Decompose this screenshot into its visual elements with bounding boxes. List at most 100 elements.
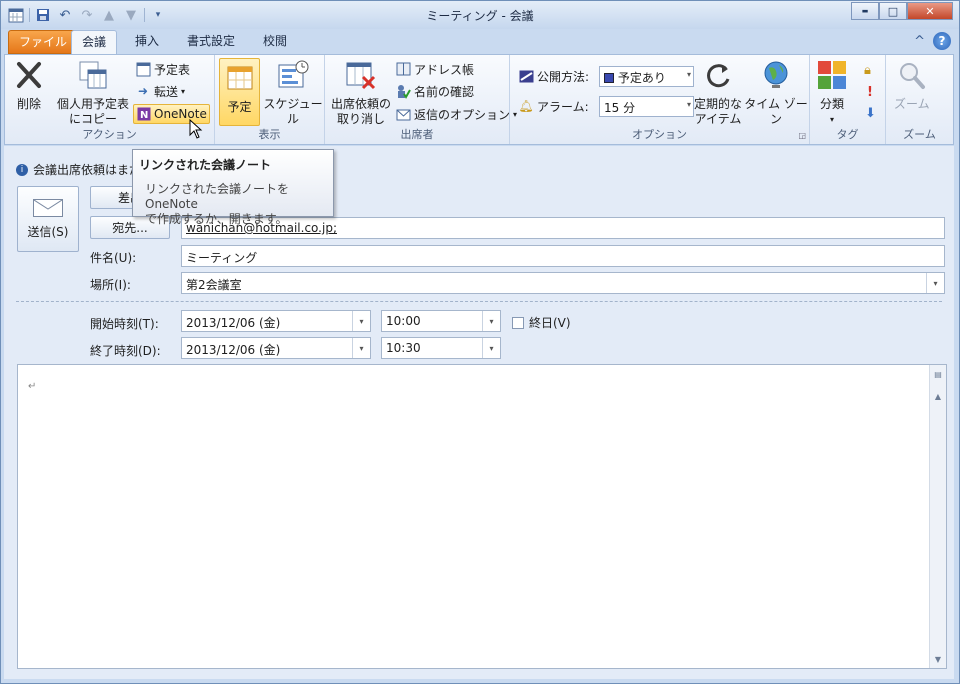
cancel-invitation-button[interactable]: 出席依頼の 取り消し [331,59,391,127]
chevron-down-icon: ▾ [181,86,186,96]
check-names-button[interactable]: 名前の確認 [395,81,474,101]
paragraph-mark: ↵ [28,381,37,392]
reminder-value: 15 分 [604,101,636,115]
tooltip-title: リンクされた会議ノート [139,158,272,172]
send-label: 送信(S) [27,224,69,239]
recurrence-label-1: 定期的な [694,97,743,111]
tooltip-body: リンクされた会議ノートを OneNote で作成するか、開きます。 [139,182,327,227]
group-zoom: ズーム ズーム [886,55,953,144]
chevron-down-icon[interactable]: ▾ [482,338,500,358]
title-bar: ↶ ↷ ▲ ▼ ▾ ミーティング - 会議 ▬ □ ✕ [1,1,959,29]
all-day-label: 終日(V) [529,316,571,330]
scroll-up-icon[interactable]: ▲ [931,389,945,403]
recurrence-label-2: アイテム [694,112,742,126]
categorize-label: 分類 [819,97,844,111]
info-icon: i [16,163,28,176]
tooltip-line-2: で作成するか、開きます。 [145,212,288,226]
magnifier-icon [896,59,928,91]
address-book-button[interactable]: アドレス帳 [395,59,474,79]
tab-file[interactable]: ファイル [8,30,79,54]
end-time-value: 10:30 [386,341,421,355]
delete-x-icon [13,59,45,91]
tab-review[interactable]: 校閲 [253,30,297,54]
group-tags-label: タグ [836,128,859,141]
window-title: ミーティング - 会議 [426,9,534,23]
chevron-down-icon: ▾ [686,100,691,109]
envelope-icon [33,198,63,217]
forward-label: 転送 [154,84,179,99]
globe-icon [760,59,792,91]
dialog-launcher-icon[interactable]: ◲ [798,131,806,140]
recurrence-button[interactable]: 定期的な アイテム [694,59,742,127]
chevron-down-icon[interactable]: ▾ [352,338,370,358]
appointment-label: 予定 [227,100,252,114]
end-time-picker[interactable]: 10:30 ▾ [381,337,501,359]
categorize-button[interactable]: 分類 ▾ [816,59,848,127]
tab-format-text[interactable]: 書式設定 [177,30,245,54]
time-zones-button[interactable]: タイム ゾーン [743,59,809,127]
reminder-label-row: 🔔︎ アラーム: [518,96,589,116]
calendar-button[interactable]: 予定表 [135,59,190,79]
private-lock-icon[interactable]: 🔒︎ [864,63,871,78]
high-importance-icon[interactable]: ! [867,85,873,100]
group-attendees-label: 出席者 [400,128,434,141]
close-button[interactable]: ✕ [907,2,953,20]
copy-to-calendar-button[interactable]: 個人用予定表 にコピー [57,59,129,127]
start-date-picker[interactable]: 2013/12/06 (金) ▾ [181,310,371,332]
delete-button[interactable]: 削除 [13,59,45,112]
start-time-label: 開始時刻(T): [90,317,159,331]
all-day-checkbox[interactable]: 終日(V) [512,314,571,331]
checkbox-box[interactable] [512,316,524,329]
delete-label: 削除 [16,97,41,111]
timezone-label: タイム ゾーン [744,97,808,126]
zoom-button[interactable]: ズーム [894,59,930,112]
message-body[interactable]: ↵ ▤ ▲ ▼ [17,364,947,669]
location-field[interactable]: 第2会議室 ▾ [181,272,945,294]
show-as-label-row: 公開方法: [518,66,589,86]
info-text: 会議出席依頼はまだ [33,163,142,177]
vertical-scrollbar[interactable]: ▤ ▲ ▼ [929,365,946,668]
bell-icon: 🔔︎ [518,99,534,113]
cancel-label-1: 出席依頼の [331,97,392,111]
end-date-picker[interactable]: 2013/12/06 (金) ▾ [181,337,371,359]
end-time-label: 終了時刻(D): [90,344,161,358]
forward-button[interactable]: ➜ 転送 ▾ [135,81,185,101]
reminder-label: アラーム: [537,99,589,114]
maximize-button[interactable]: □ [879,2,907,20]
ruler-icon[interactable]: ▤ [931,367,945,381]
start-date-value: 2013/12/06 (金) [186,316,281,330]
scroll-down-icon[interactable]: ▼ [931,652,945,666]
help-icon[interactable]: ? [933,32,951,50]
chevron-down-icon[interactable]: ▾ [352,311,370,331]
tab-meeting[interactable]: 会議 [71,30,118,55]
end-date-value: 2013/12/06 (金) [186,343,281,357]
info-bar: i 会議出席依頼はまだ [16,161,141,178]
tab-insert[interactable]: 挿入 [125,30,169,54]
copy-calendar-icon [77,59,109,91]
start-time-value: 10:00 [386,314,421,328]
show-as-select[interactable]: 予定あり ▾ [599,66,694,87]
ribbon-tabs: ファイル 会議 挿入 書式設定 校閲 ^ ? [1,29,959,55]
chevron-down-icon[interactable]: ▾ [482,311,500,331]
start-time-picker[interactable]: 10:00 ▾ [381,310,501,332]
low-importance-icon[interactable]: ⬇ [865,106,876,121]
outlook-meeting-window: ↶ ↷ ▲ ▼ ▾ ミーティング - 会議 ▬ □ ✕ ファイル 会議 挿入 書… [0,0,960,684]
location-dropdown-icon[interactable]: ▾ [926,273,944,293]
response-options-button[interactable]: 返信のオプション ▾ [395,104,517,124]
collapse-ribbon-icon[interactable]: ^ [914,34,925,49]
minimize-button[interactable]: ▬ [851,2,879,20]
response-options-icon [395,106,411,122]
subject-field[interactable]: ミーティング [181,245,945,267]
appointment-button[interactable]: 予定 [219,58,260,126]
group-show: 予定 スケジュール 表示 [215,55,325,144]
forward-icon: ➜ [137,84,149,98]
group-options: 公開方法: 予定あり ▾ 🔔︎ アラーム: 15 分 ▾ 定期的な アイテム タ… [510,55,810,144]
separator-line [16,301,942,302]
group-actions: 削除 個人用予定表 にコピー 予定表 ➜ 転送 ▾ N OneNote アクショ… [5,55,215,144]
send-button[interactable]: 送信(S) [17,186,79,252]
location-label: 場所(I): [90,278,131,292]
scheduling-button[interactable]: スケジュール [262,59,324,127]
copy-label-2: にコピー [69,112,118,126]
reminder-select[interactable]: 15 分 ▾ [599,96,694,117]
onenote-icon: N [137,106,151,122]
